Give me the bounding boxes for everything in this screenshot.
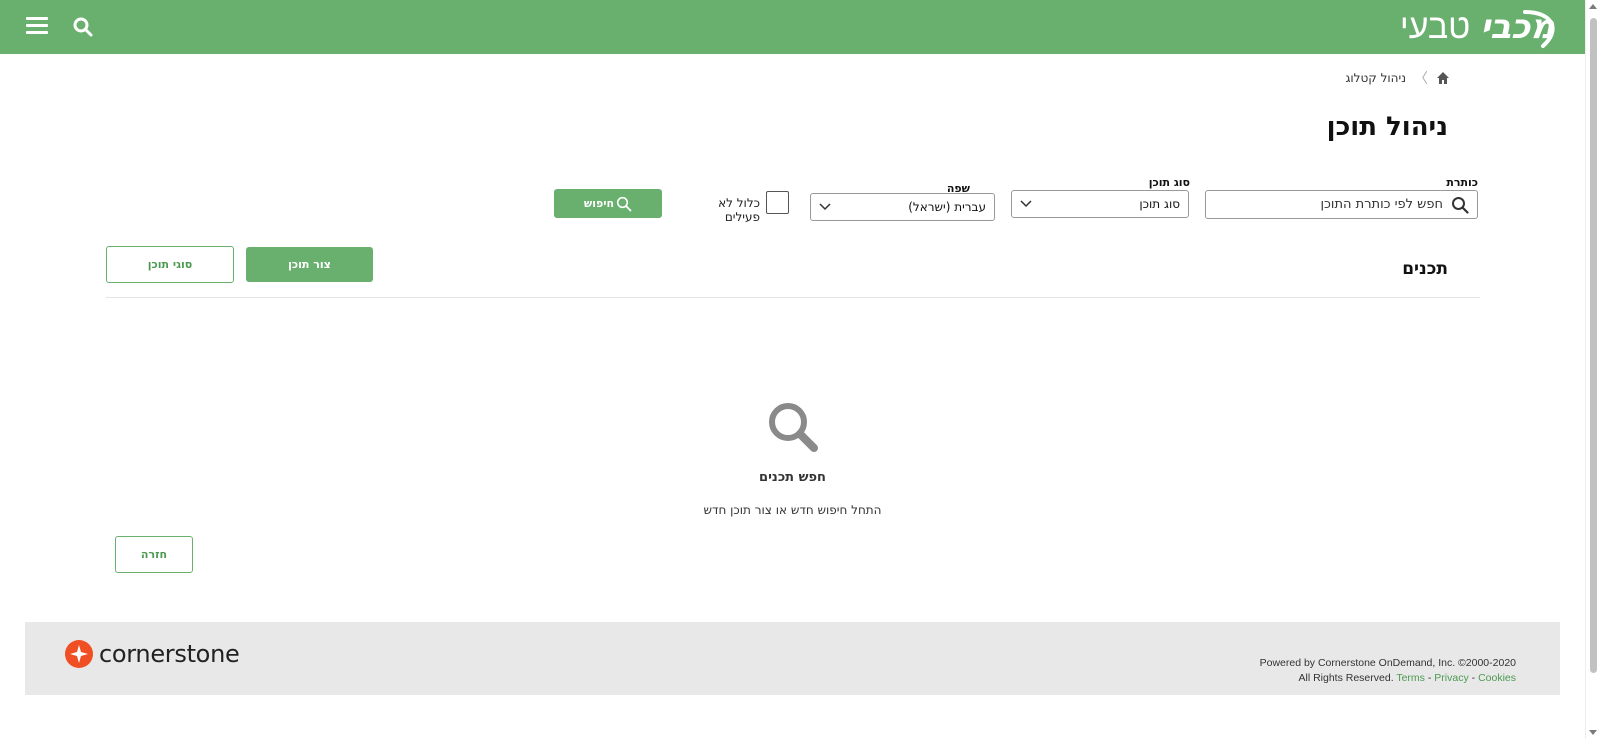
chevron-down-icon (1020, 200, 1032, 208)
terms-link[interactable]: Terms (1396, 672, 1425, 684)
empty-state-subtitle: התחל חיפוש חדש או צור תוכן חדש (703, 503, 882, 517)
logo-light-text: טבעי (1399, 7, 1471, 47)
breadcrumb: 〉 ניהול קטלוג (1345, 68, 1450, 88)
scroll-down-icon[interactable] (1589, 730, 1597, 735)
maccabi-logo[interactable]: מכביטבעי (1400, 4, 1555, 50)
include-inactive-checkbox[interactable] (766, 191, 789, 214)
content-types-button[interactable]: סוגי תוכן (106, 246, 234, 283)
page-title: ניהול תוכן (1326, 112, 1448, 142)
language-value: עברית (ישראל) (908, 200, 986, 214)
empty-state-title: חפש תכנים (759, 470, 826, 485)
top-bar: מכביטבעי (0, 0, 1585, 54)
breadcrumb-separator: 〉 (1414, 71, 1428, 87)
scroll-thumb[interactable] (1590, 18, 1597, 673)
search-button[interactable]: חיפוש (554, 189, 662, 218)
back-button[interactable]: חזרה (115, 536, 193, 573)
search-icon[interactable] (73, 17, 95, 39)
footer-sep: - (1471, 672, 1476, 684)
rights-text: All Rights Reserved. (1298, 672, 1394, 684)
footer-sep: - (1427, 672, 1432, 684)
content-type-select[interactable]: סוג תוכן (1011, 190, 1189, 218)
search-icon (1452, 196, 1469, 214)
cornerstone-brand-text: cornerstone (99, 640, 240, 668)
search-button-label: חיפוש (583, 197, 615, 210)
scroll-up-icon[interactable] (1589, 4, 1597, 9)
cookies-link[interactable]: Cookies (1478, 672, 1516, 684)
breadcrumb-current[interactable]: ניהול קטלוג (1345, 71, 1406, 85)
search-icon (616, 196, 632, 211)
empty-search-icon (769, 403, 818, 452)
page-scrollbar[interactable] (1585, 0, 1600, 739)
title-search-field[interactable] (1205, 190, 1478, 219)
home-icon[interactable] (1436, 71, 1450, 85)
cornerstone-logo[interactable]: cornerstone (65, 640, 240, 668)
create-content-button[interactable]: צור תוכן (246, 247, 373, 282)
content-type-value: סוג תוכן (1139, 197, 1180, 211)
cornerstone-star-icon (65, 640, 93, 668)
powered-by-text: Powered by Cornerstone OnDemand, Inc. ©2… (1259, 657, 1516, 669)
chevron-down-icon (819, 203, 831, 211)
footer-legal: Powered by Cornerstone OnDemand, Inc. ©2… (1260, 656, 1516, 686)
content-type-label: סוג תוכן (1148, 176, 1190, 189)
section-divider (106, 297, 1480, 298)
include-inactive-label[interactable]: כלול לא פעילים (685, 196, 760, 224)
hamburger-menu-icon[interactable] (26, 17, 48, 37)
title-search-input[interactable] (1223, 197, 1443, 212)
privacy-link[interactable]: Privacy (1434, 672, 1468, 684)
page-footer: cornerstone Powered by Cornerstone OnDem… (25, 622, 1560, 695)
title-field-label: כותרת (1446, 176, 1478, 189)
logo-swoosh-icon (1523, 10, 1555, 48)
language-select[interactable]: עברית (ישראל) (810, 193, 995, 221)
contents-section-title: תכנים (1402, 259, 1448, 279)
